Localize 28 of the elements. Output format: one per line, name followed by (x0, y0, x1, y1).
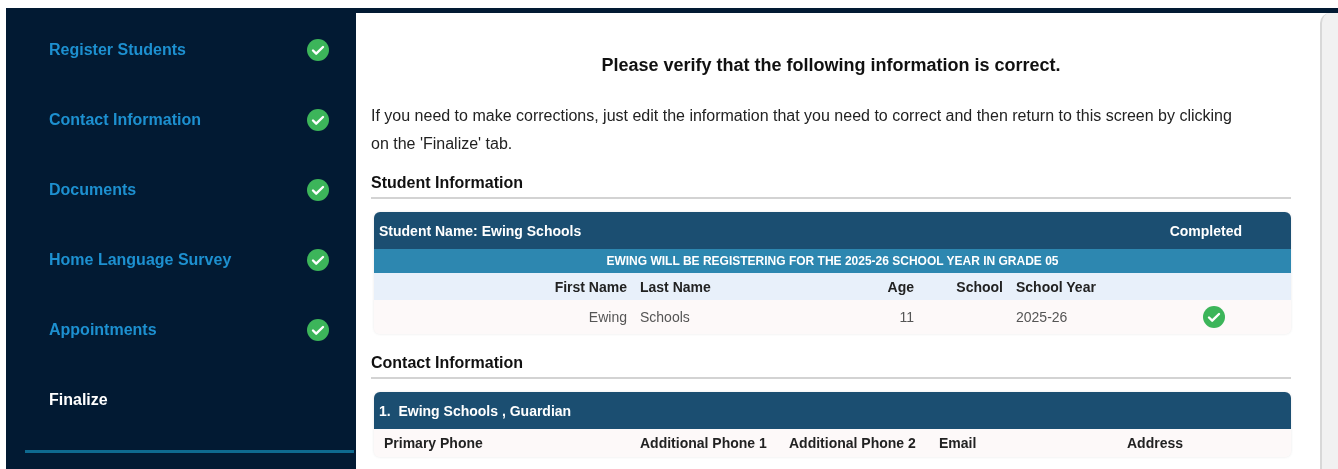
page-title: Please verify that the following information is correct. (600, 55, 1062, 76)
sidebar-item[interactable]: Home Language Survey (6, 225, 356, 295)
column-header: School (955, 278, 1003, 295)
column-header: Additional Phone 2 (789, 435, 917, 451)
grade-banner: EWING WILL BE REGISTERING FOR THE 2025-26 SCHOOL YEAR IN GRADE 05 (374, 249, 1291, 273)
column-header: School Year (1015, 278, 1097, 295)
section-heading: Student Information (371, 174, 1291, 199)
status-label: Completed (1169, 222, 1242, 239)
column-header: Email (939, 435, 978, 451)
table-cell-text: Schools (639, 309, 691, 325)
table-cell-text: 2025-26 (1015, 309, 1069, 325)
column-header: Primary Phone (384, 435, 484, 451)
sidebar-item[interactable]: Register Students (6, 15, 356, 85)
sidebar-item[interactable]: Contact Information (6, 85, 356, 155)
card-title: Student Name: Ewing Schools (379, 222, 582, 239)
column-header: Additional Phone 1 (640, 435, 768, 451)
table-cell-text: Ewing (587, 309, 627, 325)
sidebar-item[interactable]: Appointments (6, 295, 356, 365)
column-header: Age (886, 278, 914, 295)
sidebar-item[interactable]: Finalize (6, 365, 356, 435)
card-title: 1. Ewing Schools , Guardian (379, 402, 572, 419)
section-heading: Contact Information (371, 354, 1291, 379)
column-header: Last Name (639, 278, 712, 295)
column-header: Address (1127, 435, 1185, 451)
sidebar-item[interactable]: Documents (6, 155, 356, 225)
intro-text: If you need to make corrections, just edit the information that you need to correct and then return to this screen by clicking on the 'Finalize' tab. (371, 106, 1233, 154)
table-cell-text: 11 (898, 309, 914, 325)
column-header: First Name (553, 278, 627, 295)
